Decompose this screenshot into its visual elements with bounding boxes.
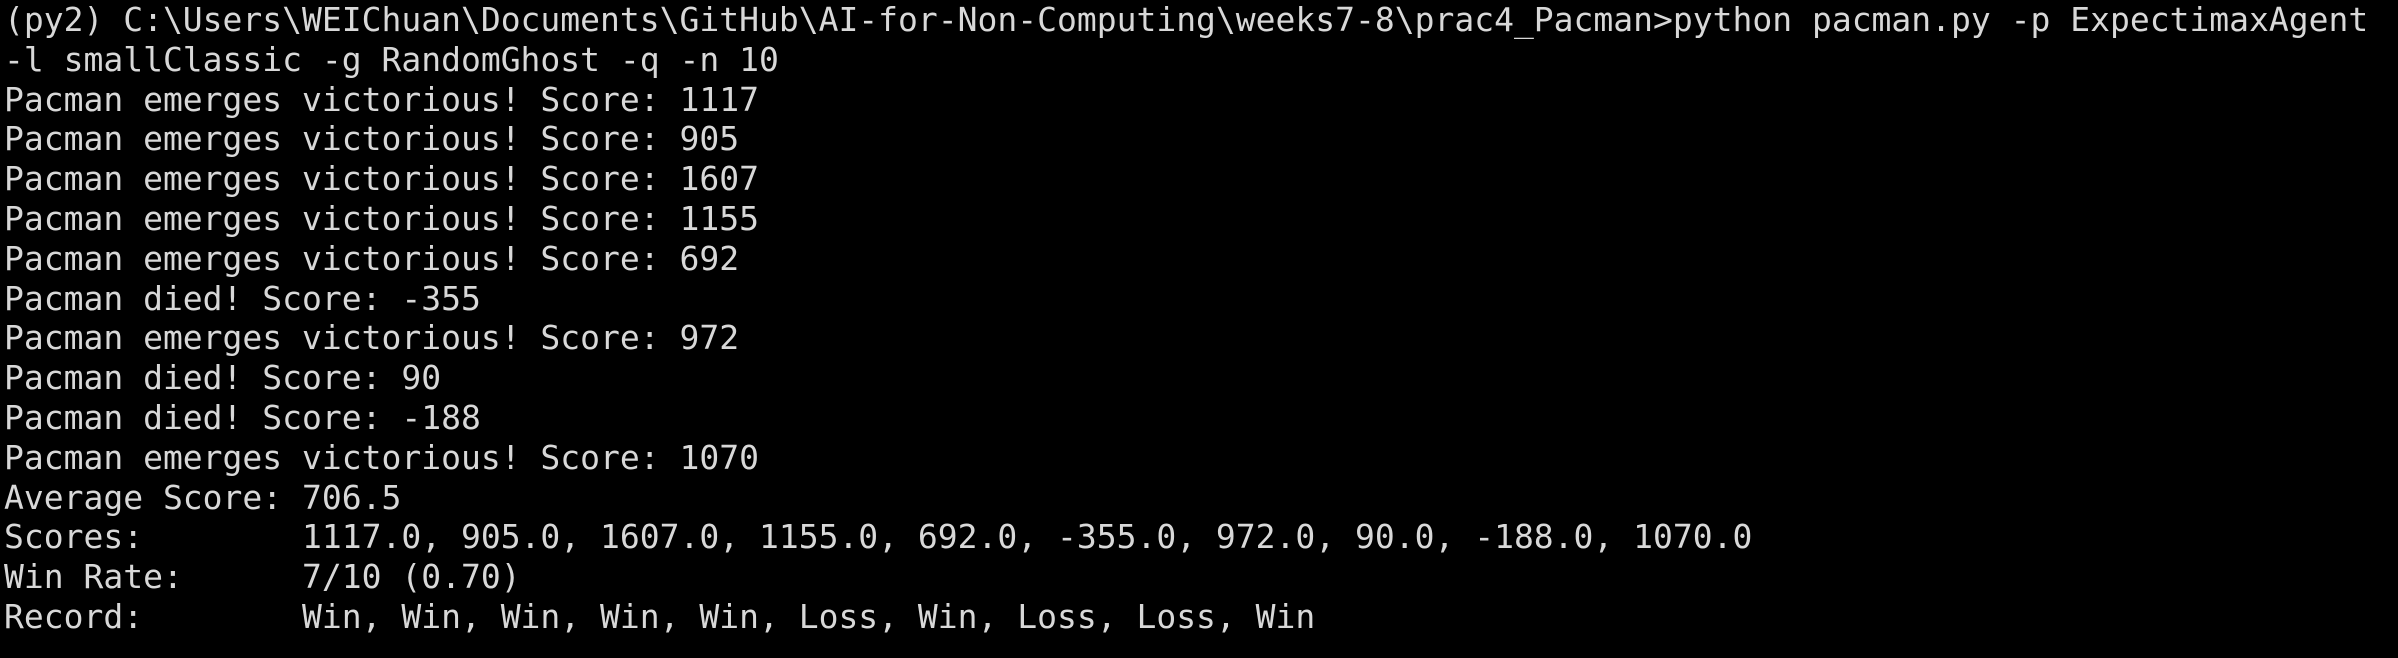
- game-result-line: Pacman emerges victorious! Score: 692: [4, 238, 740, 278]
- game-result-line: Pacman emerges victorious! Score: 1607: [4, 159, 759, 199]
- game-result-line: Pacman died! Score: -355: [4, 278, 481, 318]
- command-line: (py2) C:\Users\WEIChuan\Documents\GitHub…: [4, 0, 2369, 39]
- game-result-line: Pacman emerges victorious! Score: 972: [4, 318, 740, 358]
- console-window[interactable]: (py2) C:\Users\WEIChuan\Documents\GitHub…: [0, 0, 2398, 658]
- game-result-line: Pacman died! Score: -188: [4, 397, 481, 437]
- win-rate-line: Win Rate: 7/10 (0.70): [4, 557, 521, 597]
- game-result-line: Pacman emerges victorious! Score: 1070: [4, 437, 759, 477]
- average-score-line: Average Score: 706.5: [4, 477, 402, 517]
- game-result-line: Pacman died! Score: 90: [4, 358, 442, 398]
- game-result-line: Pacman emerges victorious! Score: 1117: [4, 79, 759, 119]
- scores-line: Scores: 1117.0, 905.0, 1607.0, 1155.0, 6…: [4, 517, 1753, 557]
- game-result-line: Pacman emerges victorious! Score: 1155: [4, 198, 759, 238]
- record-line: Record: Win, Win, Win, Win, Win, Loss, W…: [4, 596, 1316, 636]
- game-result-line: Pacman emerges victorious! Score: 905: [4, 119, 740, 159]
- command-line-continuation: -l smallClassic -g RandomGhost -q -n 10: [4, 39, 779, 79]
